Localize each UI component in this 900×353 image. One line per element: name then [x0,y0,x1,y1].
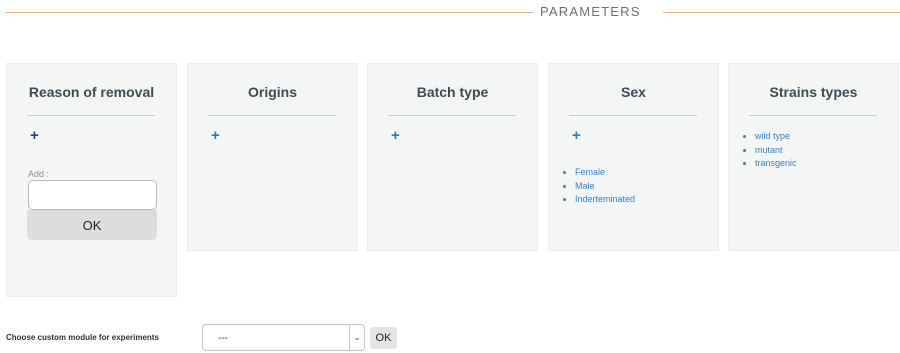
custom-module-ok-button[interactable]: OK [370,327,397,349]
panel-divider [388,115,516,116]
list-item[interactable]: mutant [755,144,797,158]
panel-divider [27,115,155,116]
sex-list: Female Male Inderteminated [549,166,635,207]
panel-title: Sex [621,84,646,100]
panel-reason-of-removal: Reason of removal + Add : OK [6,63,177,297]
add-reason-ok-button[interactable]: OK [27,210,157,240]
panel-batch-type: Batch type + [367,63,538,251]
panel-strains-types: Strains types wild type mutant transgeni… [728,63,899,251]
add-reason-input[interactable] [28,180,157,210]
chevron-down-icon[interactable]: ⌄ [349,325,364,350]
add-plus-icon[interactable]: + [572,128,581,144]
add-plus-icon[interactable]: + [391,128,400,144]
panel-title: Reason of removal [28,84,155,100]
custom-module-label: Choose custom module for experiments [6,333,159,342]
header-divider-right [663,12,900,13]
list-item[interactable]: Inderteminated [575,193,635,207]
list-item[interactable]: Female [575,166,635,180]
section-title: PARAMETERS [540,4,641,19]
list-item[interactable]: transgenic [755,157,797,171]
strains-list: wild type mutant transgenic [729,130,797,171]
custom-module-select[interactable]: --- ⌄ [202,324,365,351]
panel-divider [569,115,697,116]
add-plus-icon[interactable]: + [211,128,220,144]
panel-title: Origins [247,84,297,100]
panel-title: Batch type [416,84,489,100]
header-divider-left [6,12,534,13]
panel-origins: Origins + [187,63,358,251]
parameters-header: PARAMETERS [0,0,900,26]
add-label: Add : [28,169,50,179]
panel-divider [749,115,877,116]
panel-title: Strains types [769,84,858,100]
select-value: --- [218,333,228,344]
panel-divider [208,115,336,116]
panel-sex: Sex + Female Male Inderteminated [548,63,719,251]
list-item[interactable]: Male [575,180,635,194]
list-item[interactable]: wild type [755,130,797,144]
add-plus-icon[interactable]: + [30,128,39,144]
